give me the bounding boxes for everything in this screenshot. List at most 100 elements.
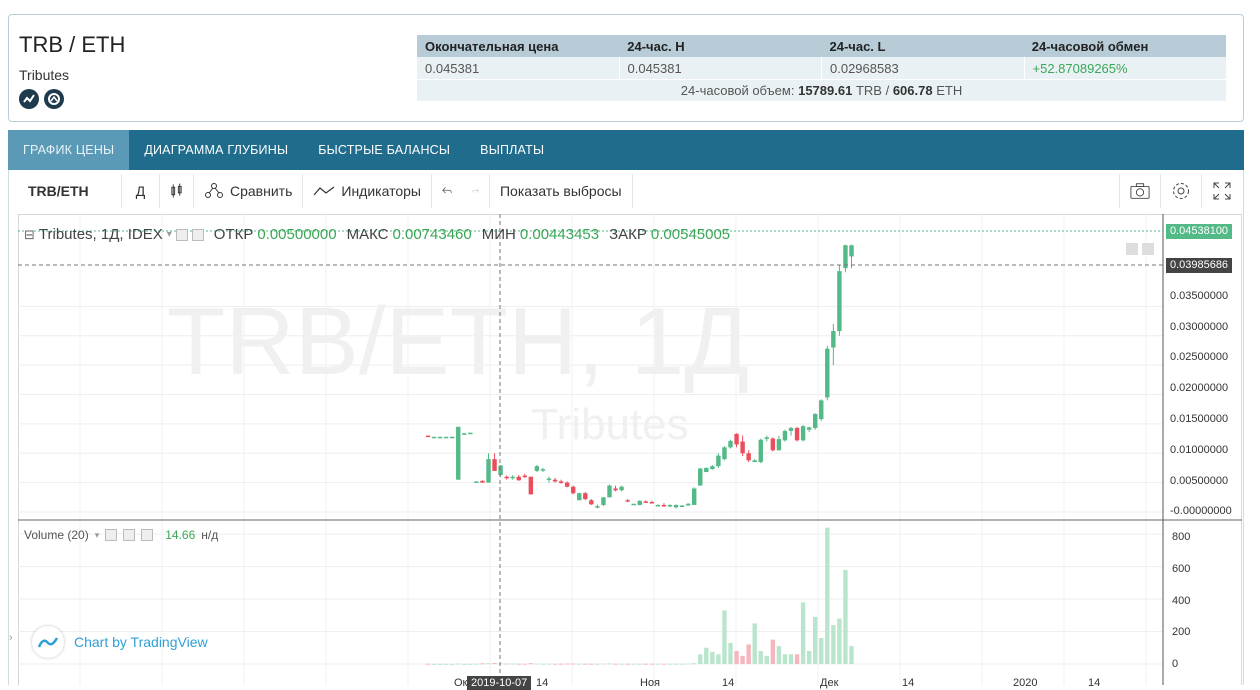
volume-bar — [782, 654, 788, 664]
volume-bar — [480, 663, 485, 665]
redo-icon — [472, 188, 479, 193]
volume-bar — [528, 663, 534, 665]
candle-body — [595, 506, 600, 508]
undo-button[interactable] — [432, 174, 462, 208]
candle-body — [825, 348, 830, 398]
candle-body — [546, 478, 552, 481]
candle-body — [655, 504, 661, 507]
volume-bar — [601, 663, 606, 665]
volume-bar — [710, 651, 715, 664]
candle-body — [752, 460, 757, 463]
symbol-search[interactable]: TRB/ETH — [18, 174, 122, 208]
tradingview-attribution[interactable]: Chart by TradingView — [32, 626, 208, 658]
pair-icons — [19, 89, 64, 109]
volume-bar — [540, 663, 546, 665]
volume-legend: Volume (20) ▾ 14.66 н/д — [24, 528, 218, 542]
stats-header-row: Окончательная цена 24-час. H 24-час. L 2… — [417, 35, 1226, 57]
volume-bar — [595, 663, 600, 665]
series-menu-chevron-icon[interactable]: ▾ — [167, 229, 172, 240]
candle-body — [583, 493, 588, 500]
time-axis-label: 14 — [902, 677, 915, 689]
candle-body — [679, 505, 685, 508]
coingecko-icon[interactable] — [44, 89, 64, 109]
volume-bar — [770, 639, 776, 664]
volume-bar — [685, 663, 691, 665]
candle-body — [758, 439, 763, 463]
volume-bar — [667, 663, 673, 665]
compare-button[interactable]: Сравнить — [194, 174, 304, 208]
candle-body — [710, 466, 715, 470]
candle-body — [607, 485, 612, 498]
volume-eth-unit: ETH — [936, 83, 963, 98]
series-settings-icon[interactable] — [191, 228, 204, 241]
volume-bar — [516, 663, 521, 665]
candle-body — [637, 500, 642, 505]
volume-bar — [456, 663, 461, 665]
candle-body — [806, 427, 812, 430]
left-panel-handle-icon[interactable]: › — [9, 632, 13, 644]
volume-menu-chevron-icon[interactable]: ▾ — [95, 530, 100, 541]
stats-header-low: 24-час. L — [829, 38, 886, 54]
candle-body — [661, 504, 667, 507]
volume-bar — [643, 663, 648, 665]
volume-remove-icon[interactable] — [141, 529, 154, 541]
time-axis-label: Дек — [820, 677, 839, 689]
price-chart[interactable]: TRB/ETH, 1Д Tributes — [18, 214, 1242, 685]
indicators-button[interactable]: Индикаторы — [303, 174, 432, 208]
volume-bar — [800, 602, 806, 664]
chart-style-button[interactable] — [160, 174, 194, 208]
volume-bar — [552, 663, 558, 665]
coinmarketcap-icon[interactable] — [19, 89, 39, 109]
volume-axis-label: 0 — [1172, 658, 1179, 670]
volume-bar — [849, 646, 854, 664]
tradingview-logo-icon — [32, 626, 64, 658]
collapse-legend-icon[interactable]: ⊟ — [24, 227, 35, 243]
camera-icon — [1130, 183, 1150, 199]
price-axis-label: 0.03000000 — [1170, 321, 1229, 333]
volume-bar — [637, 663, 642, 665]
settings-button[interactable] — [1160, 174, 1201, 208]
volume-bar — [698, 654, 703, 664]
watermark-main: TRB/ETH, 1Д — [167, 288, 749, 395]
tab-depth-chart[interactable]: ДИАГРАММА ГЛУБИНЫ — [129, 130, 303, 170]
redo-button[interactable] — [462, 174, 490, 208]
series-legend: ⊟ Tributes, 1Д, IDEX ▾ ОТКР 0.00500000 МА… — [24, 226, 730, 243]
volume-indicator-name[interactable]: Volume (20) — [24, 528, 89, 542]
visibility-icon[interactable] — [175, 228, 188, 241]
tab-price-chart[interactable]: ГРАФИК ЦЕНЫ — [8, 130, 130, 170]
volume-extra: н/д — [201, 528, 219, 542]
candle-body — [849, 245, 854, 257]
price-axis-label: 0.01500000 — [1170, 413, 1229, 425]
last-price-tag: 0.04538100 — [1166, 224, 1232, 239]
price-axis-label: -0.00000000 — [1170, 505, 1232, 517]
volume-visibility-icon[interactable] — [105, 529, 118, 541]
series-name[interactable]: Tributes, 1Д, IDEX — [39, 226, 163, 243]
show-outliers-button[interactable]: Показать выбросы — [490, 174, 633, 208]
fullscreen-button[interactable] — [1201, 174, 1242, 208]
indicators-label: Индикаторы — [341, 183, 421, 199]
volume-bar — [692, 663, 697, 665]
candle-body — [462, 433, 467, 435]
candle-body — [631, 503, 636, 506]
volume-bar — [679, 663, 685, 665]
volume-bar — [619, 663, 624, 665]
candle-body — [431, 436, 437, 439]
volume-settings-icon[interactable] — [123, 529, 136, 541]
price-axis-label: 0.01000000 — [1170, 444, 1229, 456]
candle-body — [728, 440, 733, 448]
interval-label: Д — [135, 183, 146, 199]
candle-body — [692, 488, 697, 505]
volume-bar — [589, 663, 594, 665]
volume-bar — [607, 663, 612, 665]
candle-body — [746, 453, 751, 461]
candle-body — [776, 439, 782, 451]
candle-body — [522, 475, 527, 478]
candle-body — [552, 479, 558, 482]
candle-body — [468, 432, 473, 435]
screenshot-button[interactable] — [1119, 174, 1160, 208]
candle-body — [740, 441, 745, 454]
tab-payouts[interactable]: ВЫПЛАТЫ — [465, 130, 559, 170]
tab-quick-balances[interactable]: БЫСТРЫЕ БАЛАНСЫ — [303, 130, 465, 170]
interval-button[interactable]: Д — [122, 174, 160, 208]
candle-body — [558, 481, 564, 483]
